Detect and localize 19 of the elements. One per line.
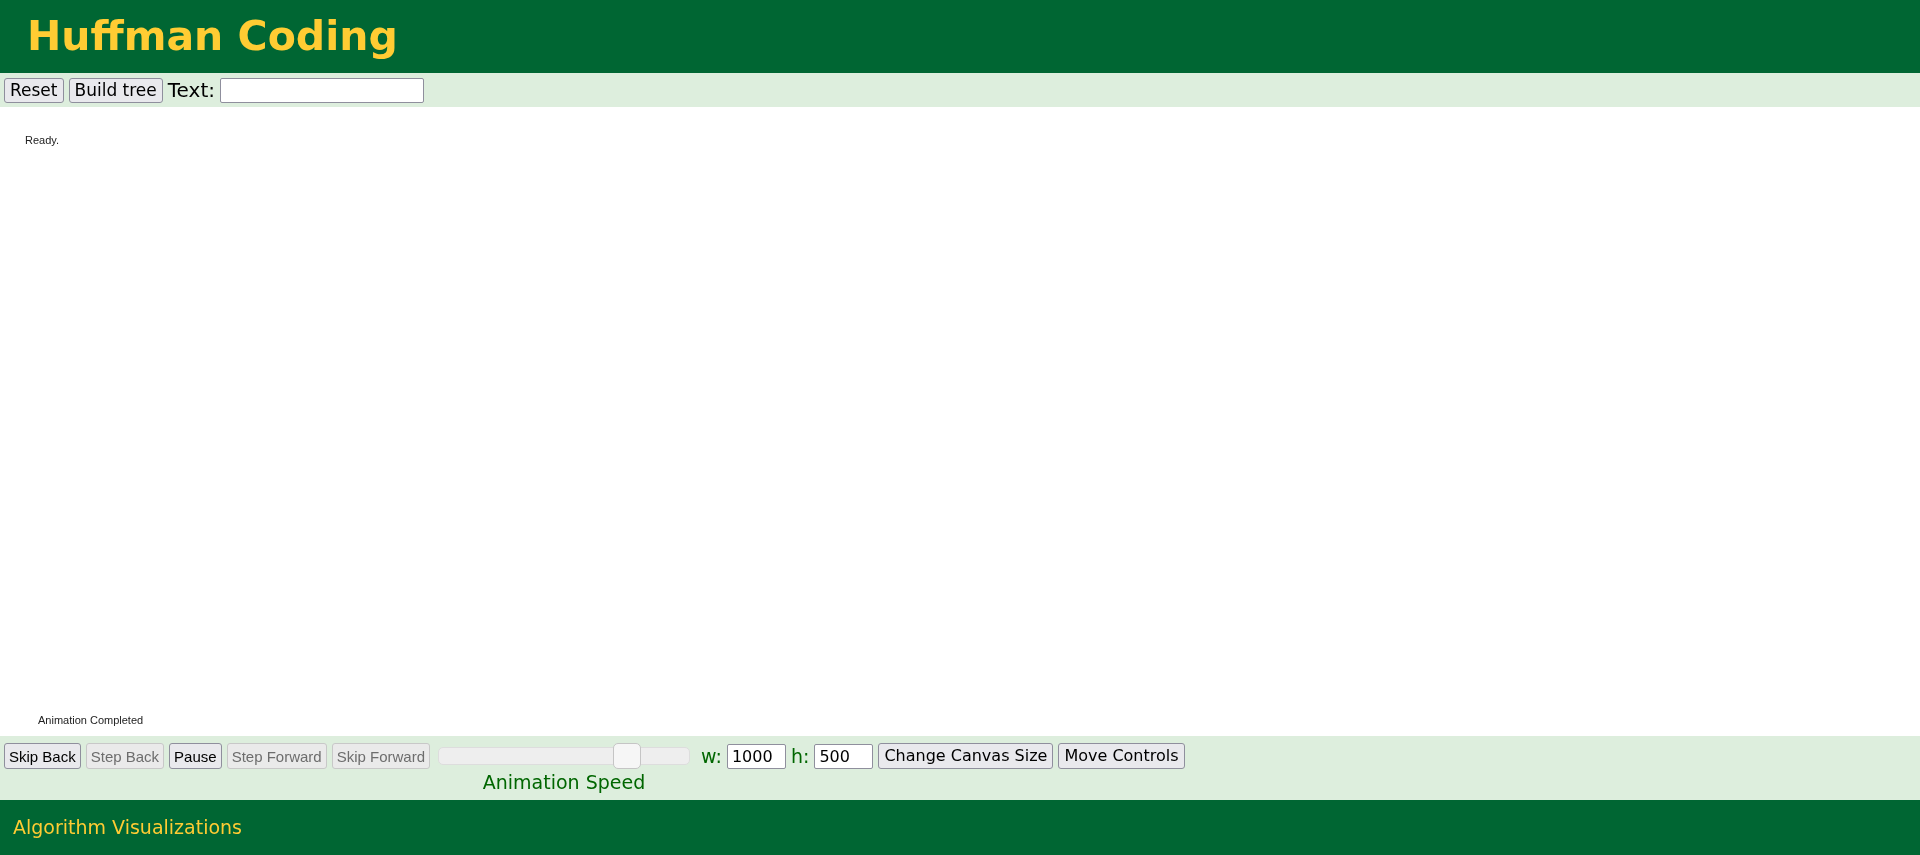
width-label: w:: [701, 743, 722, 769]
build-tree-button[interactable]: Build tree: [68, 77, 163, 103]
animation-message: Animation Completed: [38, 712, 144, 728]
change-canvas-size-button[interactable]: Change Canvas Size: [878, 743, 1054, 769]
height-label: h:: [790, 743, 810, 769]
status-text: Ready.: [25, 133, 60, 148]
speed-slider[interactable]: [438, 743, 691, 769]
text-input-field[interactable]: [219, 77, 424, 103]
playback-button[interactable]: Skip Back: [4, 743, 81, 769]
width-input-field[interactable]: 1000: [726, 743, 786, 769]
speed-label: Animation Speed: [482, 773, 646, 792]
reset-button[interactable]: Reset: [4, 77, 64, 103]
move-controls-button[interactable]: Move Controls: [1058, 743, 1185, 769]
page-title: Huffman Coding: [27, 16, 398, 57]
slider-thumb[interactable]: [613, 743, 642, 769]
text-label: Text:: [167, 77, 215, 104]
playback-button[interactable]: Pause: [169, 743, 222, 769]
height-input-field[interactable]: 500: [814, 743, 874, 769]
footer-text: Algorithm Visualizations: [13, 815, 242, 841]
